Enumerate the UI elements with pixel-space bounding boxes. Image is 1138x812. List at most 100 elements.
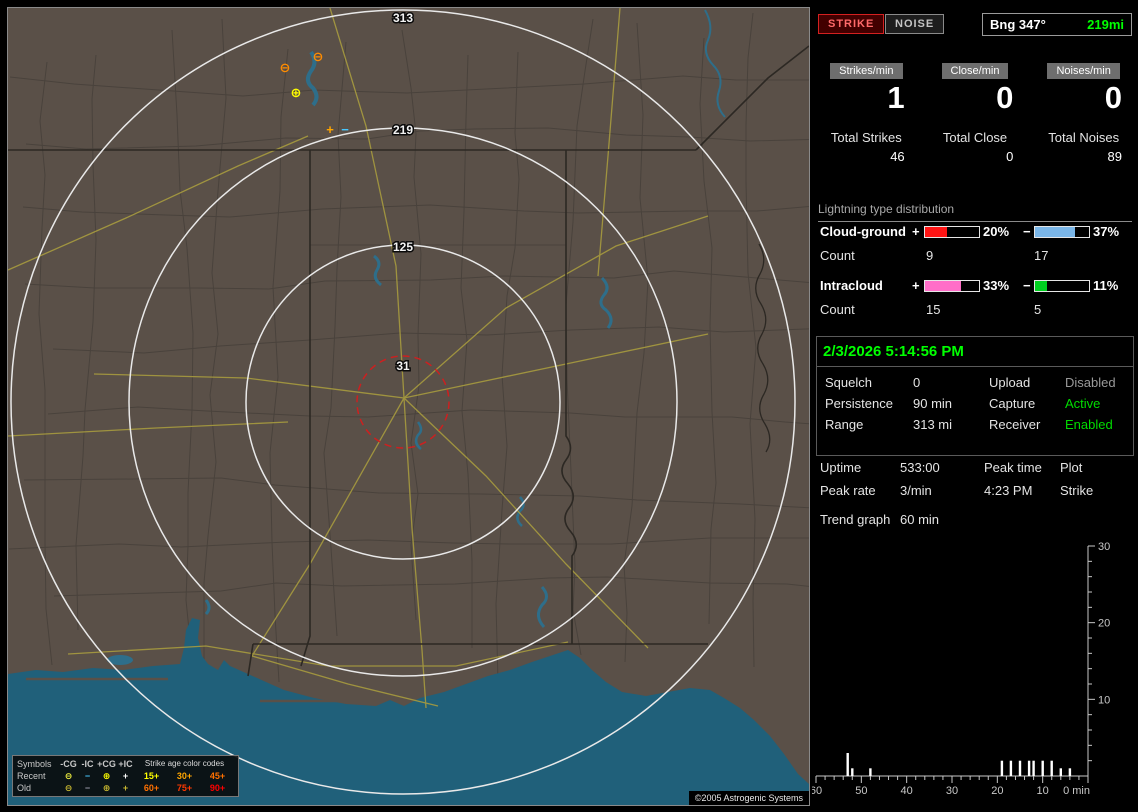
copyright-label: ©2005 Astrogenic Systems	[688, 791, 809, 805]
strikes-per-min-label: Strikes/min	[830, 63, 903, 79]
cg-minus-bar	[1034, 226, 1090, 238]
legend-age-value: 15+	[143, 771, 160, 781]
bearing-display: Bng 347° 219mi	[982, 13, 1132, 36]
upload-status: Disabled	[1065, 375, 1116, 390]
cg-plus-bar	[924, 226, 980, 238]
total-close-label: Total Close	[942, 130, 1008, 145]
totals-labels-row: Total Strikes Total Close Total Noises	[812, 130, 1138, 145]
ic-plus-pct: 33%	[983, 278, 1010, 293]
persistence-label: Persistence	[825, 396, 893, 411]
legend-column-header: +IC	[118, 759, 133, 769]
squelch-value: 0	[913, 375, 921, 390]
intracloud-row: Intracloud + 33% − 11%	[812, 278, 1138, 296]
peak-time-label: Peak time	[984, 460, 1042, 475]
trend-y-tick: 10	[1098, 694, 1110, 706]
total-strikes-value: 46	[890, 149, 905, 164]
status-row: Peak rate 3/min 4:23 PM Strike	[812, 483, 1138, 501]
strike-marker: ⊕	[291, 85, 302, 100]
total-close-value: 0	[1006, 149, 1014, 164]
status-panel: STRIKE NOISE Bng 347° 219mi Strikes/min …	[812, 0, 1138, 812]
strikes-per-min-value: 1	[887, 80, 905, 115]
noises-per-min-value: 0	[1104, 80, 1123, 115]
strike-marker: −	[341, 122, 349, 137]
ring-label-inner: 31	[396, 359, 410, 373]
peak-time-value: 4:23 PM	[984, 483, 1033, 498]
count-label: Count	[820, 302, 855, 317]
legend-age-header: Strike age color codes	[144, 759, 225, 768]
legend-age-value: 30+	[176, 771, 193, 781]
strike-toggle-button[interactable]: STRIKE	[818, 14, 885, 34]
intracloud-count-row: Count 15 5	[812, 302, 1138, 320]
legend-symbol-glyph: ⊕	[102, 771, 111, 781]
strike-marker: ⊖	[280, 60, 291, 75]
close-per-min-label: Close/min	[941, 63, 1009, 79]
legend-age-value: 75+	[176, 783, 193, 793]
totals-values-row: 46 0 89	[812, 149, 1138, 164]
trend-bar	[1018, 760, 1022, 776]
ic-minus-bar	[1034, 280, 1090, 292]
ic-minus-count: 5	[1034, 302, 1042, 317]
rate-values-row: 1 0 0	[812, 80, 1138, 116]
plot-label: Plot	[1060, 460, 1083, 475]
trend-bar	[869, 768, 872, 776]
legend-column-header: -CG	[60, 759, 77, 769]
legend-symbol-glyph: −	[84, 771, 91, 781]
lightning-tracker-window: 313 219 125 31 ⊖ ⊖ ⊕ + − Symbols -CG -IC +CG +IC…	[0, 0, 1138, 812]
settings-box: 2/3/2026 5:14:56 PM Squelch 0 Upload Dis…	[816, 336, 1134, 456]
noises-per-min-label: Noises/min	[1047, 63, 1120, 79]
cg-minus-count: 17	[1034, 248, 1049, 263]
receiver-label: Receiver	[989, 417, 1041, 432]
upload-label: Upload	[989, 375, 1031, 390]
total-noises-value: 89	[1107, 149, 1123, 164]
trend-bar	[1027, 760, 1031, 776]
trend-bar	[1068, 768, 1072, 776]
status-row: Uptime 533:00 Peak time Plot	[812, 460, 1138, 478]
close-per-min-value: 0	[996, 80, 1014, 115]
noise-toggle-button[interactable]: NOISE	[885, 14, 945, 34]
trend-graph-label: Trend graph	[820, 512, 891, 527]
receiver-status: Enabled	[1065, 417, 1113, 432]
trend-graph-row: Trend graph 60 min	[812, 512, 1138, 530]
ring-label-outer: 313	[393, 11, 413, 25]
cloud-ground-label: Cloud-ground	[820, 224, 906, 239]
peak-rate-value: 3/min	[900, 483, 932, 498]
legend-symbol-glyph: −	[84, 783, 91, 793]
minus-sign: −	[1023, 224, 1031, 239]
legend-row-label: Recent	[17, 771, 46, 781]
distribution-title: Lightning type distribution	[818, 202, 1132, 222]
trend-x-tick: 20	[991, 785, 1003, 797]
ic-plus-bar	[924, 280, 980, 292]
map-legend: Symbols -CG -IC +CG +IC Strike age color code…	[12, 755, 239, 797]
trend-x-tick: 60	[812, 785, 822, 797]
total-noises-label: Total Noises	[1048, 130, 1120, 145]
rate-badges-row: Strikes/min Close/min Noises/min	[812, 62, 1138, 79]
ring-label-third: 219	[393, 123, 413, 137]
trend-bar	[1059, 768, 1062, 776]
trend-x-tick: 10	[1037, 785, 1049, 797]
plus-sign: +	[912, 278, 920, 293]
legend-symbol-glyph: +	[122, 783, 129, 793]
capture-label: Capture	[989, 396, 1036, 411]
trend-graph: 30 20 10 60 50 40 30 20 10 0 min	[812, 541, 1110, 797]
settings-row: Persistence 90 min Capture Active	[817, 396, 1133, 414]
trend-bar	[846, 753, 849, 776]
settings-row: Range 313 mi Receiver Enabled	[817, 417, 1133, 435]
ic-minus-pct: 11%	[1093, 278, 1119, 293]
plus-sign: +	[912, 224, 920, 239]
cg-plus-count: 9	[926, 248, 934, 263]
persistence-value: 90 min	[913, 396, 953, 411]
uptime-value: 533:00	[900, 460, 940, 475]
trend-y-tick: 30	[1098, 541, 1110, 553]
lightning-map[interactable]: 313 219 125 31 ⊖ ⊖ ⊕ + − Symbols -CG -IC +CG +IC…	[7, 7, 810, 806]
trend-bar	[1000, 760, 1004, 776]
map-canvas: 313 219 125 31 ⊖⊖⊕+ −	[8, 8, 809, 805]
intracloud-label: Intracloud	[820, 278, 883, 293]
legend-age-value: 45+	[209, 771, 226, 781]
trend-x-tick: 30	[946, 785, 958, 797]
legend-age-value: 90+	[209, 783, 226, 793]
uptime-label: Uptime	[820, 460, 862, 475]
divider	[817, 366, 1133, 367]
trend-graph-window: 60 min	[900, 512, 940, 527]
plot-mode-value: Strike	[1060, 483, 1094, 498]
ring-label-second: 125	[393, 240, 413, 254]
